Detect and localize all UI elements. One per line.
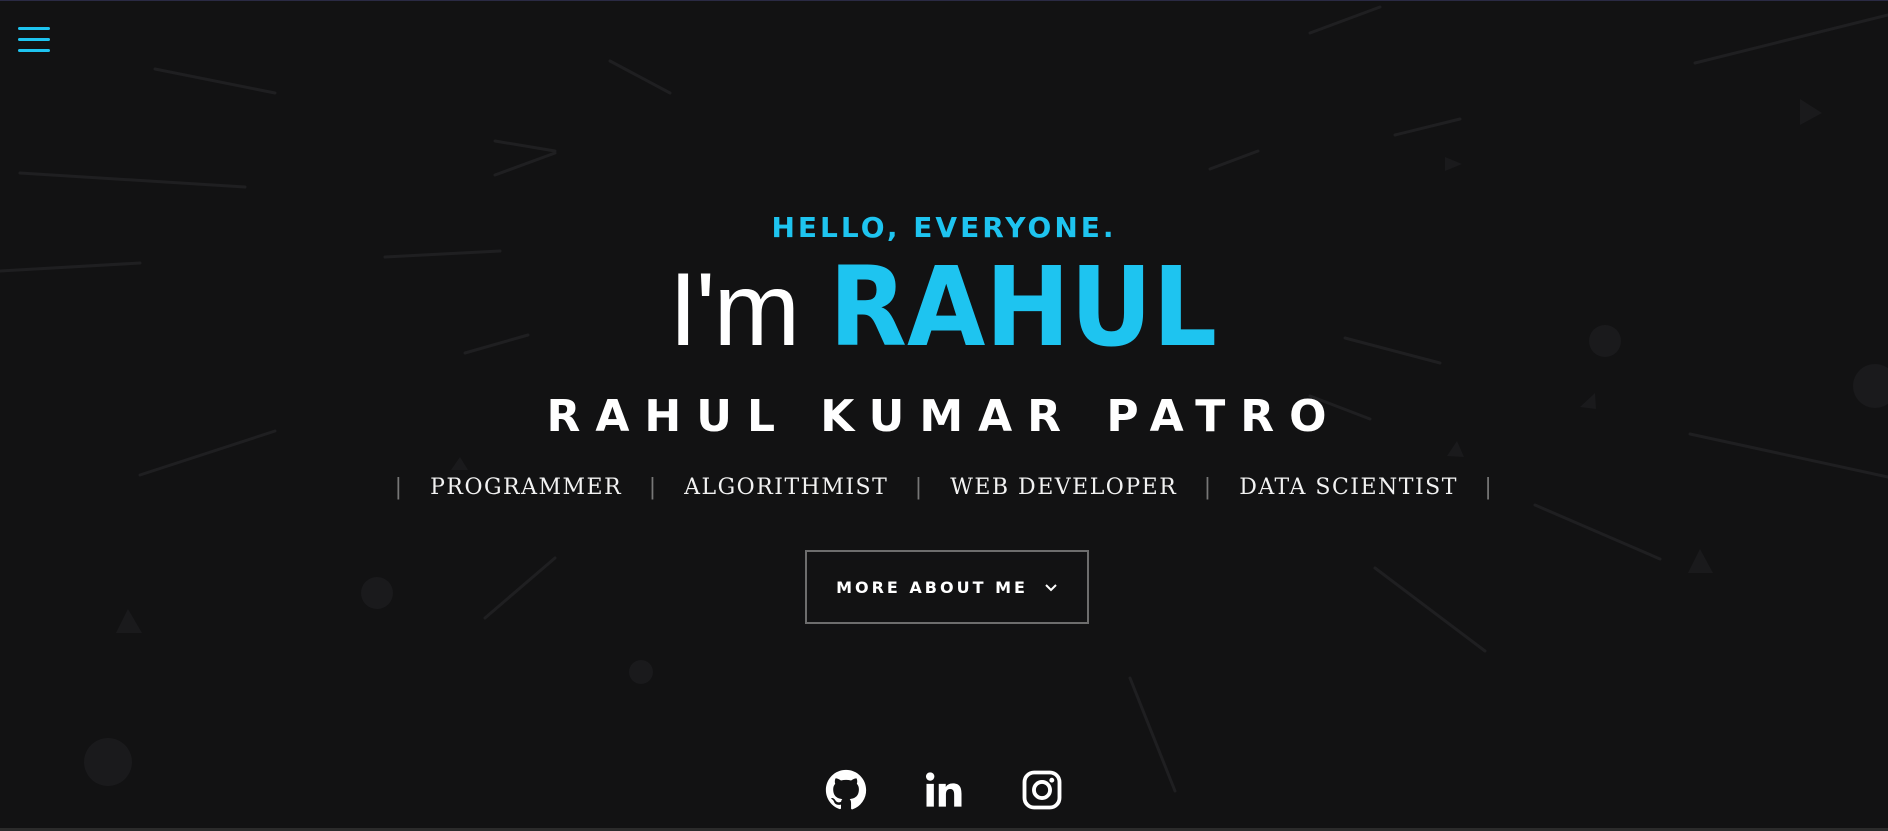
svg-text:RAHUL: RAHUL (829, 261, 1217, 357)
role-item: WEB DEVELOPER (950, 475, 1178, 500)
social-links (0, 769, 1888, 811)
linkedin-icon[interactable] (923, 769, 965, 811)
hamburger-menu-icon (18, 27, 50, 30)
roles-list: | PROGRAMMER | ALGORITHMIST | WEB DEVELO… (394, 475, 1494, 500)
chevron-down-icon (1044, 578, 1058, 597)
menu-button[interactable] (18, 27, 50, 55)
more-about-me-label: MORE ABOUT ME (836, 577, 1028, 597)
role-item: DATA SCIENTIST (1239, 475, 1458, 500)
im-text: I'm (668, 252, 800, 368)
brand-name-logo: RAHUL (829, 243, 1219, 371)
greeting-text: HELLO, EVERYONE. (771, 211, 1117, 244)
headline: I'm RAHUL (0, 243, 1888, 371)
role-item: ALGORITHMIST (684, 475, 889, 500)
instagram-icon[interactable] (1021, 769, 1063, 811)
role-item: PROGRAMMER (430, 475, 623, 500)
more-about-me-button[interactable]: MORE ABOUT ME (805, 550, 1089, 624)
github-icon[interactable] (825, 769, 867, 811)
full-name: RAHUL KUMAR PATRO (546, 391, 1342, 442)
